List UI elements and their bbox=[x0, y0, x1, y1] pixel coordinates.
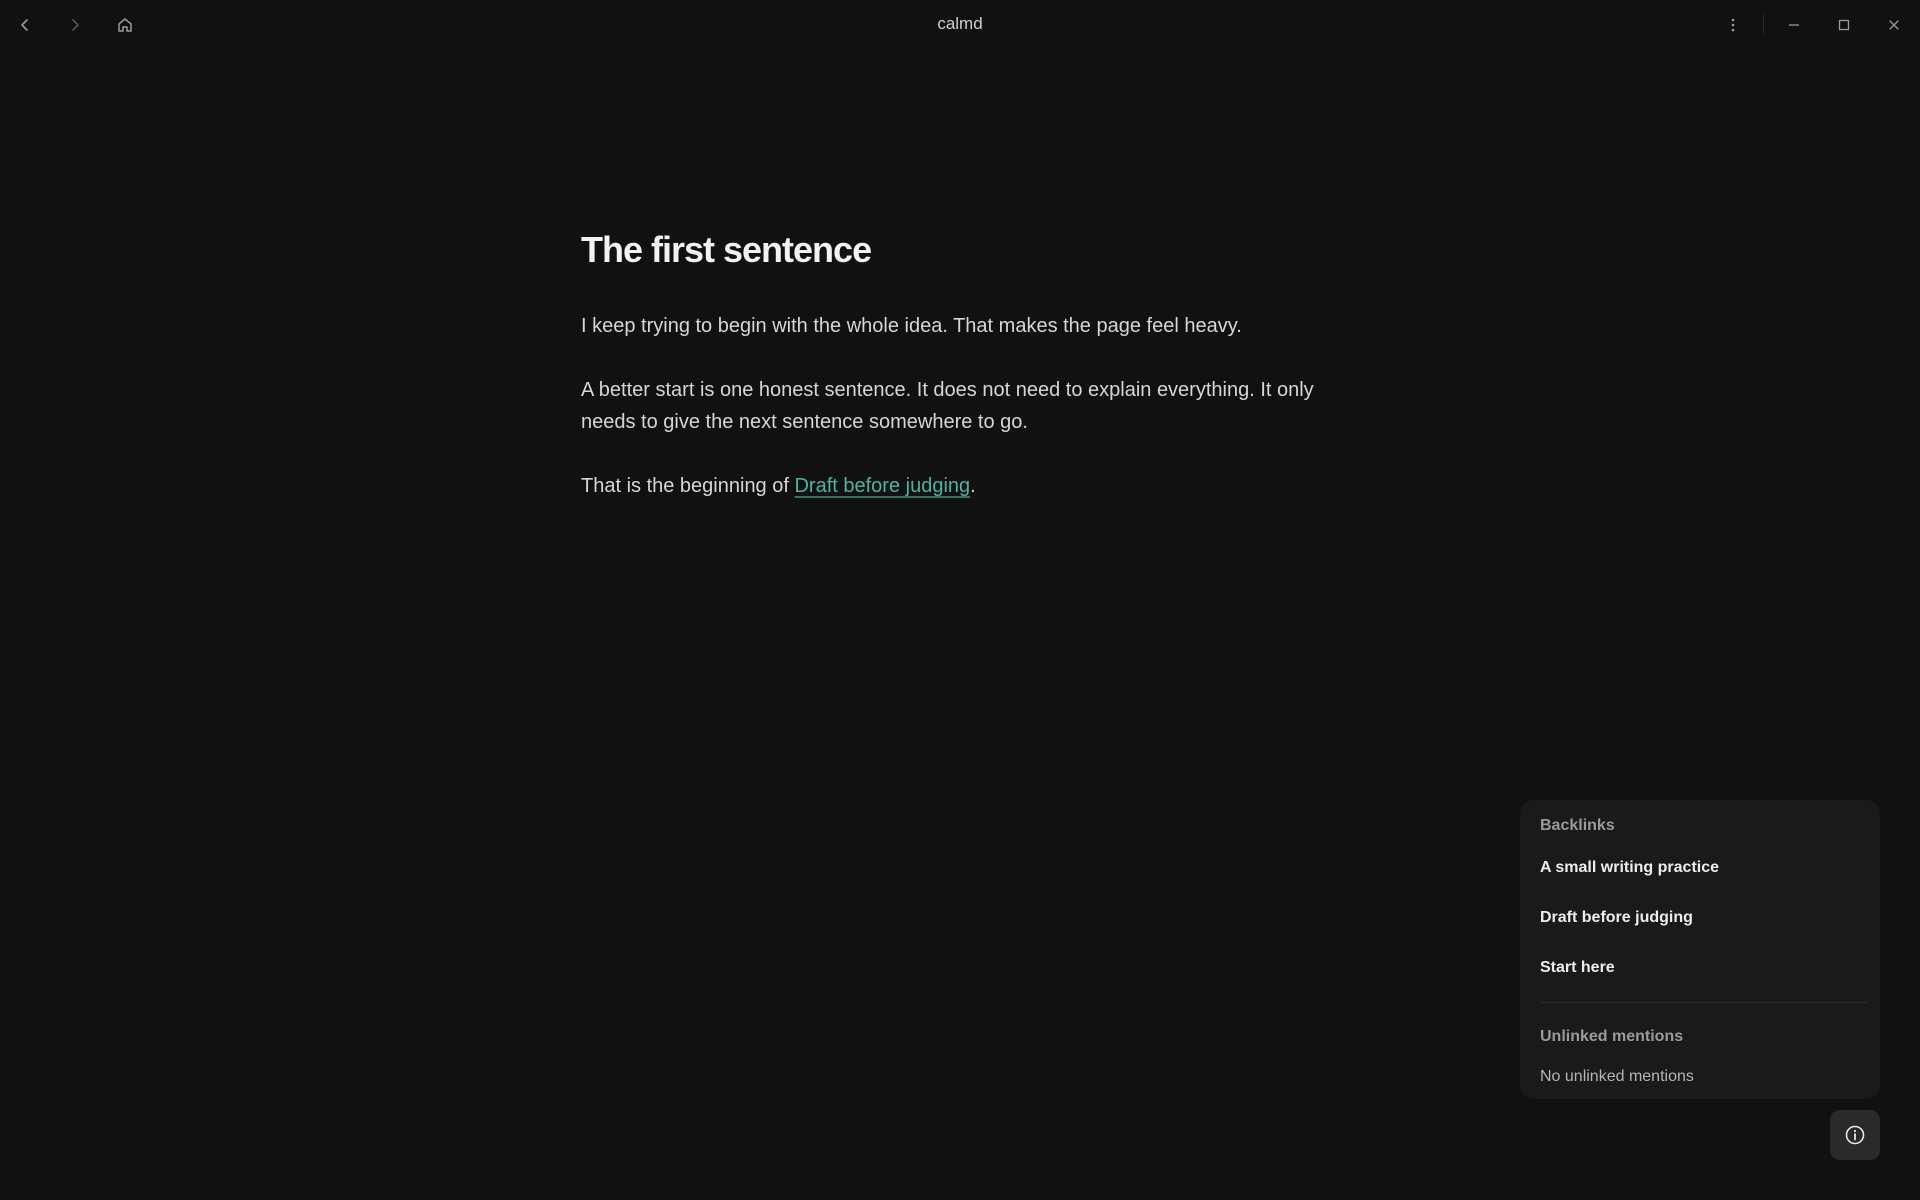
title-bar: calmd bbox=[0, 0, 1920, 48]
document-title: The first sentence bbox=[581, 229, 872, 270]
backlink-item[interactable]: Draft before judging bbox=[1540, 908, 1860, 928]
more-vertical-icon bbox=[1731, 18, 1735, 32]
paragraph-text: . bbox=[970, 475, 976, 497]
info-button[interactable] bbox=[1830, 1110, 1880, 1160]
backlinks-heading: Backlinks bbox=[1540, 817, 1615, 834]
paragraph: A better start is one honest sentence. I… bbox=[581, 379, 1314, 433]
minimize-icon bbox=[1789, 24, 1799, 26]
panel-divider bbox=[1540, 1002, 1868, 1003]
backlink-item[interactable]: Start here bbox=[1540, 958, 1860, 978]
backlinks-list: A small writing practice Draft before ju… bbox=[1540, 858, 1860, 978]
minimize-button[interactable] bbox=[1779, 10, 1809, 40]
paragraph: I keep trying to begin with the whole id… bbox=[581, 315, 1242, 337]
unlinked-mentions-empty: No unlinked mentions bbox=[1540, 1068, 1694, 1085]
backlink-item[interactable]: A small writing practice bbox=[1540, 858, 1860, 878]
maximize-button[interactable] bbox=[1829, 10, 1859, 40]
paragraph-text: That is the beginning of bbox=[581, 475, 795, 497]
paragraph: That is the beginning of Draft before ju… bbox=[581, 470, 1341, 502]
unlinked-mentions-heading: Unlinked mentions bbox=[1540, 1028, 1684, 1045]
wikilink-draft-before-judging[interactable]: Draft before judging bbox=[794, 475, 970, 497]
titlebar-divider bbox=[1763, 13, 1764, 35]
app-title: calmd bbox=[937, 14, 983, 33]
maximize-icon bbox=[1838, 19, 1850, 31]
backlinks-panel: Backlinks A small writing practice Draft… bbox=[1520, 800, 1880, 1099]
close-button[interactable] bbox=[1879, 10, 1909, 40]
menu-button[interactable] bbox=[1718, 10, 1748, 40]
close-icon bbox=[1889, 20, 1899, 30]
document-body[interactable]: The first sentence I keep trying to begi… bbox=[581, 222, 1341, 534]
info-icon bbox=[1845, 1125, 1865, 1145]
